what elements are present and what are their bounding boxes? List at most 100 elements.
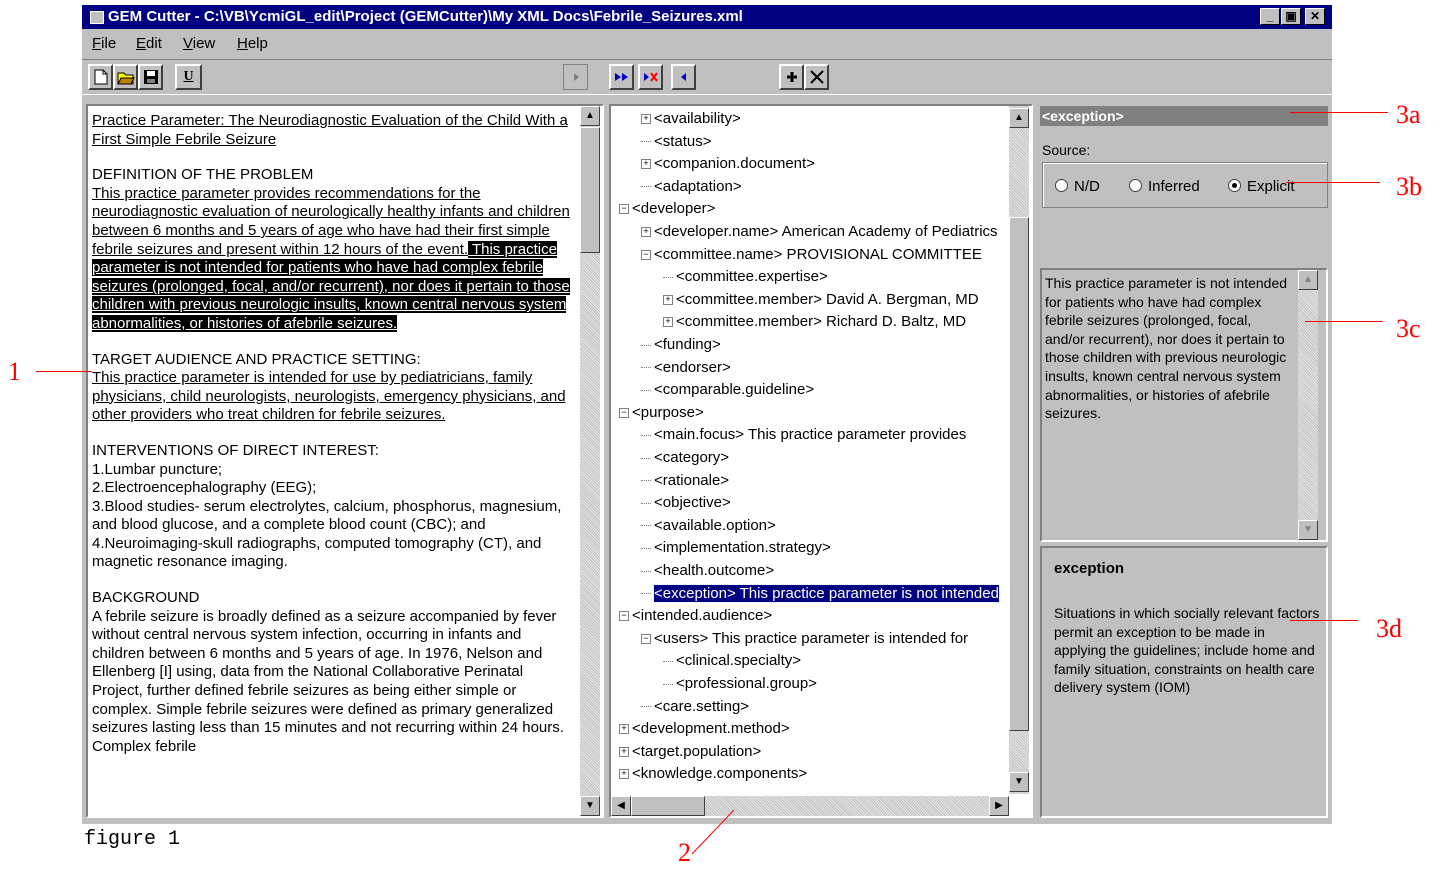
tree-node[interactable]: + <development.method> [619, 718, 790, 740]
tree-node[interactable]: <professional.group> [663, 673, 817, 695]
radio-inferred-dot[interactable] [1129, 179, 1142, 192]
tree-node[interactable]: <objective> [641, 492, 731, 514]
tree-node[interactable]: + <availability> [641, 108, 741, 130]
tree-node-label[interactable]: <knowledge.components> [632, 765, 807, 782]
tree-node-label[interactable]: <category> [654, 449, 729, 466]
tree-node-label[interactable]: <committee.member> Richard D. Baltz, MD [676, 313, 966, 330]
tree-node-label[interactable]: <objective> [654, 494, 731, 511]
tree-node-label[interactable]: <health.outcome> [654, 562, 774, 579]
radio-explicit[interactable]: Explicit [1228, 178, 1295, 195]
document-text[interactable]: Practice Parameter: The Neurodiagnostic … [92, 112, 578, 773]
tree-scroll-down-button[interactable]: ▼ [1009, 772, 1029, 792]
expand-icon[interactable]: + [663, 317, 673, 328]
collapse-icon[interactable]: − [641, 249, 651, 260]
tree-node-label[interactable]: <care.setting> [654, 698, 749, 715]
tree-node[interactable]: + <committee.member> David A. Bergman, MD [663, 289, 979, 311]
tree-node-label[interactable]: <companion.document> [654, 155, 815, 172]
tree-view[interactable]: + <availability> <status> + <companion.docum… [611, 108, 1009, 796]
tree-node[interactable]: + <committee.member> Richard D. Baltz, MD [663, 311, 966, 333]
scroll-down-button[interactable]: ▼ [580, 796, 600, 816]
scroll-up-button[interactable]: ▲ [580, 106, 600, 126]
tree-node-label[interactable]: <status> [654, 133, 712, 150]
tree-node[interactable]: <main.focus> This practice parameter pro… [641, 424, 966, 446]
tree-node[interactable]: <care.setting> [641, 696, 749, 718]
radio-nd-dot[interactable] [1055, 179, 1068, 192]
tree-node[interactable]: + <companion.document> [641, 153, 815, 175]
menu-help[interactable]: Help [237, 35, 268, 52]
tree-node-label[interactable]: <exception> This practice parameter is n… [653, 583, 1000, 603]
collapse-icon[interactable]: − [619, 611, 629, 622]
tree-node[interactable]: <implementation.strategy> [641, 537, 831, 559]
element-content-text[interactable]: This practice parameter is not intended … [1045, 274, 1293, 423]
expand-icon[interactable]: + [641, 114, 651, 125]
tree-scroll-left-button[interactable]: ◀ [611, 796, 631, 816]
clear-forward-icon[interactable] [638, 64, 663, 90]
document-pane[interactable]: Practice Parameter: The Neurodiagnostic … [86, 104, 604, 818]
tree-node[interactable]: <endorser> [641, 357, 731, 379]
tree-node-label[interactable]: <availability> [654, 110, 741, 127]
new-document-icon[interactable] [88, 64, 113, 90]
add-icon[interactable] [779, 64, 804, 90]
collapse-icon[interactable]: − [619, 407, 629, 418]
tree-node-label[interactable]: <adaptation> [654, 178, 742, 195]
tree-vertical-scrollbar[interactable]: ▲ ▼ [1009, 106, 1029, 794]
expand-icon[interactable]: + [619, 724, 629, 735]
tree-node[interactable]: <funding> [641, 334, 721, 356]
tree-node[interactable]: <available.option> [641, 515, 776, 537]
expand-icon[interactable]: + [641, 159, 651, 170]
tree-node[interactable]: + <knowledge.components> [619, 763, 807, 785]
collapse-icon[interactable]: − [619, 204, 629, 215]
content-scrollbar[interactable]: ▲ ▼ [1298, 270, 1318, 540]
menu-view[interactable]: View [183, 35, 215, 52]
tree-node[interactable]: <category> [641, 447, 729, 469]
tree-node[interactable]: <status> [641, 131, 712, 153]
tree-node-label[interactable]: <purpose> [632, 404, 704, 421]
tree-node[interactable]: <comparable.guideline> [641, 379, 814, 401]
tree-node-label[interactable]: <developer.name> American Academy of Ped… [654, 223, 998, 240]
tree-node[interactable]: + <target.population> [619, 741, 761, 763]
tree-node[interactable]: <rationale> [641, 470, 729, 492]
tree-node-label[interactable]: <endorser> [654, 359, 731, 376]
collapse-icon[interactable]: − [641, 633, 651, 644]
tree-node[interactable]: + <developer.name> American Academy of Pe… [641, 221, 998, 243]
tree-node-label[interactable]: <development.method> [632, 720, 790, 737]
tree-node-label[interactable]: <professional.group> [676, 675, 817, 692]
tree-horizontal-scrollbar[interactable]: ◀ ▶ [611, 796, 1009, 816]
save-disk-icon[interactable] [138, 64, 163, 90]
tree-node[interactable]: <health.outcome> [641, 560, 774, 582]
open-folder-icon[interactable] [113, 64, 138, 90]
tree-node[interactable]: <committee.expertise> [663, 266, 828, 288]
menu-file[interactable]: File [92, 35, 116, 52]
maximize-button[interactable]: ▣ [1281, 8, 1301, 25]
expand-icon[interactable]: + [619, 769, 629, 780]
expand-icon[interactable]: + [663, 294, 673, 305]
step-back-icon[interactable] [671, 64, 696, 90]
tree-node[interactable]: − <purpose> [619, 402, 704, 424]
underline-icon[interactable]: U [175, 64, 202, 90]
radio-inferred[interactable]: Inferred [1129, 178, 1200, 195]
tree-node[interactable]: − <developer> [619, 198, 715, 220]
xml-tree-pane[interactable]: + <availability> <status> + <companion.docum… [609, 104, 1033, 818]
tree-node-label[interactable]: <developer> [632, 200, 715, 217]
tree-scroll-thumb[interactable] [1009, 217, 1029, 731]
tree-node-label[interactable]: <comparable.guideline> [654, 381, 814, 398]
tree-node-label[interactable]: <committee.expertise> [676, 268, 828, 285]
tree-node-label[interactable]: <clinical.specialty> [676, 652, 801, 669]
expand-icon[interactable]: + [619, 746, 629, 757]
scroll-thumb[interactable] [580, 127, 600, 253]
menu-edit[interactable]: Edit [136, 35, 162, 52]
close-button[interactable]: ✕ [1305, 8, 1325, 25]
tree-node-label[interactable]: <implementation.strategy> [654, 539, 831, 556]
content-scroll-down-button[interactable]: ▼ [1298, 520, 1318, 540]
fast-forward-icon[interactable] [609, 64, 634, 90]
tree-node[interactable]: − <intended.audience> [619, 605, 772, 627]
tree-node-label[interactable]: <committee.member> David A. Bergman, MD [676, 291, 979, 308]
tree-node-label[interactable]: <target.population> [632, 743, 761, 760]
tree-node[interactable]: − <committee.name> PROVISIONAL COMMITTEE [641, 244, 982, 266]
tree-node-label[interactable]: <rationale> [654, 472, 729, 489]
tree-node[interactable]: <adaptation> [641, 176, 742, 198]
tree-node[interactable]: <exception> This practice parameter is n… [641, 583, 1000, 605]
tree-scroll-right-button[interactable]: ▶ [989, 796, 1009, 816]
delete-icon[interactable] [804, 64, 829, 90]
radio-explicit-dot[interactable] [1228, 179, 1241, 192]
